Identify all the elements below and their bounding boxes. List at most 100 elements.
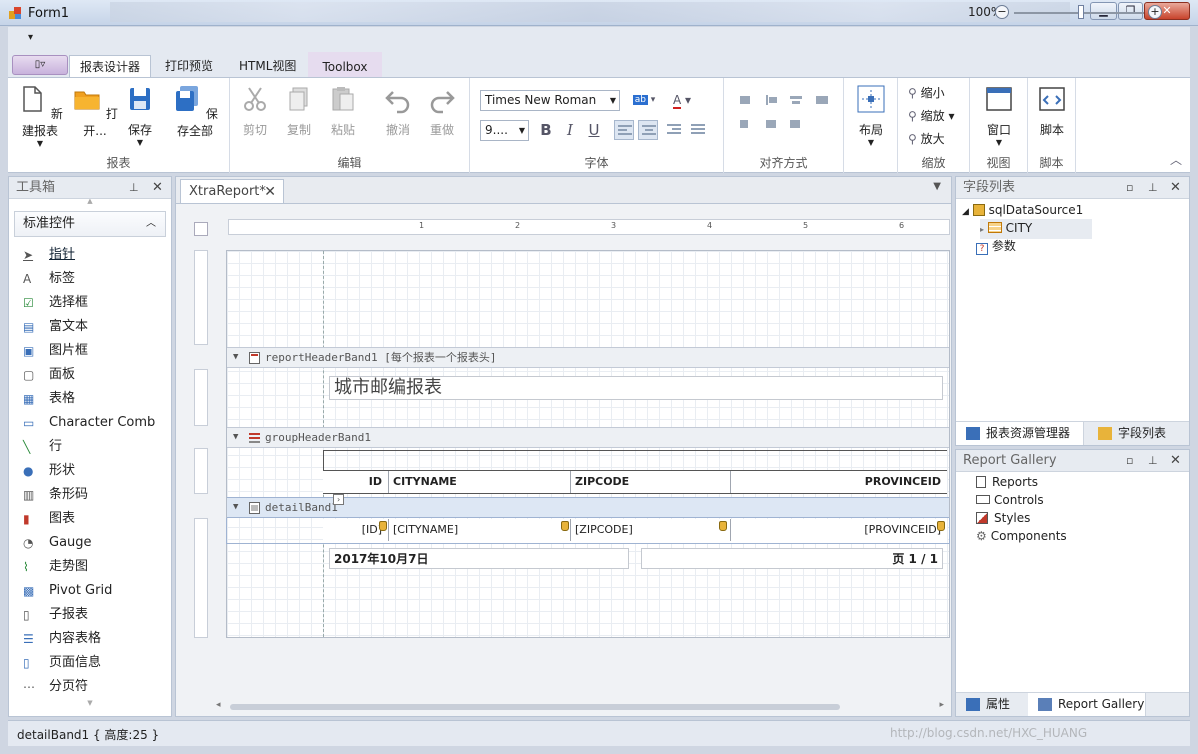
tree-item-datasource[interactable]: ◢ sqlDataSource1 <box>962 201 1083 221</box>
undo-button[interactable]: 撤消 <box>380 84 416 138</box>
expand-icon[interactable]: ◢ <box>962 207 969 217</box>
pin-icon[interactable]: ⊥ <box>129 177 139 199</box>
tree-item-parameters[interactable]: ? 参数 <box>976 237 1016 255</box>
maximize-panel-icon[interactable]: ▫ <box>1126 450 1133 472</box>
tab-report-gallery[interactable]: Report Gallery <box>1028 693 1146 716</box>
toolbox-item[interactable]: ▤ 富文本 <box>9 315 171 339</box>
paste-button[interactable]: 粘贴 <box>326 84 360 138</box>
report-title-label[interactable]: 城市邮编报表 <box>329 376 943 400</box>
tab-toolbox[interactable]: Toolbox <box>308 52 382 78</box>
group-header-band[interactable]: ▼ groupHeaderBand1 <box>227 427 949 448</box>
gallery-item-components[interactable]: ⚙ Components <box>976 527 1067 545</box>
column-header-cityname[interactable]: CITYNAME <box>389 471 571 493</box>
minimize-button[interactable]: ▁ <box>1090 2 1117 20</box>
document-tab[interactable]: XtraReport* ✕ <box>180 179 284 203</box>
toolbox-item[interactable]: ▮ 图表 <box>9 507 171 531</box>
zoom-minus-icon[interactable]: − <box>995 5 1009 19</box>
font-color-button[interactable]: A ▾ <box>666 90 698 110</box>
toolbox-item[interactable]: ▣ 图片框 <box>9 339 171 363</box>
collapse-band-icon[interactable]: ▼ <box>233 498 238 517</box>
redo-button[interactable]: 重做 <box>424 84 460 138</box>
collapse-band-icon[interactable]: ▼ <box>233 348 238 367</box>
open-button[interactable]: 打开... <box>72 84 118 139</box>
italic-button[interactable]: I <box>560 120 580 140</box>
collapse-arrow-icon[interactable]: ▸ <box>980 225 984 234</box>
toolbox-item[interactable]: A 标签 <box>9 267 171 291</box>
zoom-in-button[interactable]: ⚲ 放大 <box>908 130 945 147</box>
save-button[interactable]: 保存 ▼ <box>124 84 156 147</box>
zoom-slider-thumb[interactable] <box>1078 5 1084 19</box>
footer-date-label[interactable]: 2017年10月7日 <box>329 548 629 569</box>
detail-field-cityname[interactable]: [CITYNAME] <box>389 519 571 541</box>
zoom-out-button[interactable]: ⚲ 缩小 <box>908 84 945 101</box>
underline-button[interactable]: U <box>584 120 604 140</box>
detail-band[interactable]: ▼ detailBand1 › <box>227 494 949 518</box>
toolbox-item[interactable]: ⌇ 走势图 <box>9 555 171 579</box>
tab-list-dropdown-icon[interactable]: ▼ <box>933 181 941 192</box>
scroll-left-icon[interactable]: ◂ <box>216 700 221 710</box>
pin-icon[interactable]: ⊥ <box>1148 177 1158 199</box>
toolbox-item[interactable]: ╲ 行 <box>9 435 171 459</box>
detail-field-zipcode[interactable]: [ZIPCODE] <box>571 519 731 541</box>
close-icon[interactable]: ✕ <box>152 177 163 199</box>
toolbox-item[interactable]: ▢ 面板 <box>9 363 171 387</box>
zoom-plus-icon[interactable]: + <box>1148 5 1162 19</box>
footer-page-label[interactable]: 页 1 / 1 <box>641 548 943 569</box>
section-standard-controls[interactable]: 标准控件 ︿ <box>14 211 166 237</box>
save-all-button[interactable]: 保存全部 <box>168 84 222 139</box>
tab-properties[interactable]: 属性 <box>956 693 1026 716</box>
horizontal-scrollbar[interactable]: ◂ ▸ <box>210 700 950 714</box>
tab-report-explorer[interactable]: 报表资源管理器 <box>956 422 1084 445</box>
report-header-band[interactable]: ▼ reportHeaderBand1 [每个报表一个报表头] <box>227 347 949 368</box>
toolbox-item[interactable]: ▦ 表格 <box>9 387 171 411</box>
toolbox-item[interactable]: ▥ 条形码 <box>9 483 171 507</box>
tab-html-view[interactable]: HTML视图 <box>229 55 306 78</box>
toolbox-item[interactable]: ◔ Gauge <box>9 531 171 555</box>
cut-button[interactable]: 剪切 <box>238 84 272 138</box>
application-menu-button[interactable]: ▯▿ <box>12 55 68 75</box>
scroll-up-icon[interactable]: ▲ <box>9 198 171 205</box>
bold-button[interactable]: B <box>536 120 556 140</box>
toolbox-item[interactable]: ➤ 指针 <box>9 243 171 267</box>
new-report-button[interactable]: 新建报表 ▼ <box>14 84 66 148</box>
scrollbar-thumb[interactable] <box>230 704 840 710</box>
highlight-color-button[interactable]: ab ▾ <box>628 90 660 110</box>
scroll-right-icon[interactable]: ▸ <box>939 700 944 710</box>
toolbox-item[interactable]: ● 形状 <box>9 459 171 483</box>
toolbox-item[interactable]: ▯ 子报表 <box>9 603 171 627</box>
column-header-table[interactable]: ID CITYNAME ZIPCODE PROVINCEID <box>323 470 947 494</box>
smart-tag-icon[interactable]: › <box>333 494 344 505</box>
toolbox-item[interactable]: ▩ Pivot Grid <box>9 579 171 603</box>
gallery-item-reports[interactable]: Reports <box>976 473 1038 491</box>
restore-button[interactable]: ❐ <box>1118 2 1143 20</box>
zoom-button[interactable]: ⚲ 缩放 ▾ <box>908 107 954 124</box>
maximize-panel-icon[interactable]: ▫ <box>1126 177 1133 199</box>
scroll-down-icon[interactable]: ▼ <box>9 699 171 707</box>
toolbox-item[interactable]: ⋯ 分页符 <box>9 675 171 699</box>
toolbox-item[interactable]: ▯ 页面信息 <box>9 651 171 675</box>
tab-field-list[interactable]: 字段列表 <box>1088 422 1188 445</box>
align-right-button[interactable] <box>664 120 684 140</box>
collapse-ribbon-icon[interactable]: ︿ <box>1170 151 1182 168</box>
copy-button[interactable]: 复制 <box>282 84 316 138</box>
detail-table[interactable]: [ID] [CITYNAME] [ZIPCODE] [PROVINCEID] <box>323 519 947 543</box>
align-center-button[interactable] <box>638 120 658 140</box>
layout-button[interactable]: 布局 ▼ <box>854 84 888 147</box>
font-size-combo[interactable]: 9.... ▼ <box>480 120 529 141</box>
report-canvas[interactable]: ▼ reportHeaderBand1 [每个报表一个报表头] 城市邮编报表 ▼… <box>226 250 950 638</box>
qat-dropdown-icon[interactable]: ▾ <box>28 32 33 43</box>
font-name-combo[interactable]: Times New Roman ▼ <box>480 90 620 111</box>
close-icon[interactable]: ✕ <box>1170 450 1181 472</box>
tab-report-designer[interactable]: 报表设计器 <box>69 55 152 78</box>
toolbox-item[interactable]: ▭ Character Comb <box>9 411 171 435</box>
justify-button[interactable] <box>688 120 708 140</box>
script-button[interactable]: 脚本 <box>1036 84 1068 138</box>
pin-icon[interactable]: ⊥ <box>1148 450 1158 472</box>
tab-print-preview[interactable]: 打印预览 <box>155 55 223 78</box>
column-header-provinceid[interactable]: PROVINCEID <box>731 471 945 493</box>
tree-item-table-city[interactable]: ▸ CITY <box>980 219 1092 239</box>
align-left-button[interactable] <box>614 120 634 140</box>
gallery-item-styles[interactable]: Styles <box>976 509 1030 527</box>
detail-field-provinceid[interactable]: [PROVINCEID] <box>731 519 945 541</box>
collapse-band-icon[interactable]: ▼ <box>233 428 238 447</box>
